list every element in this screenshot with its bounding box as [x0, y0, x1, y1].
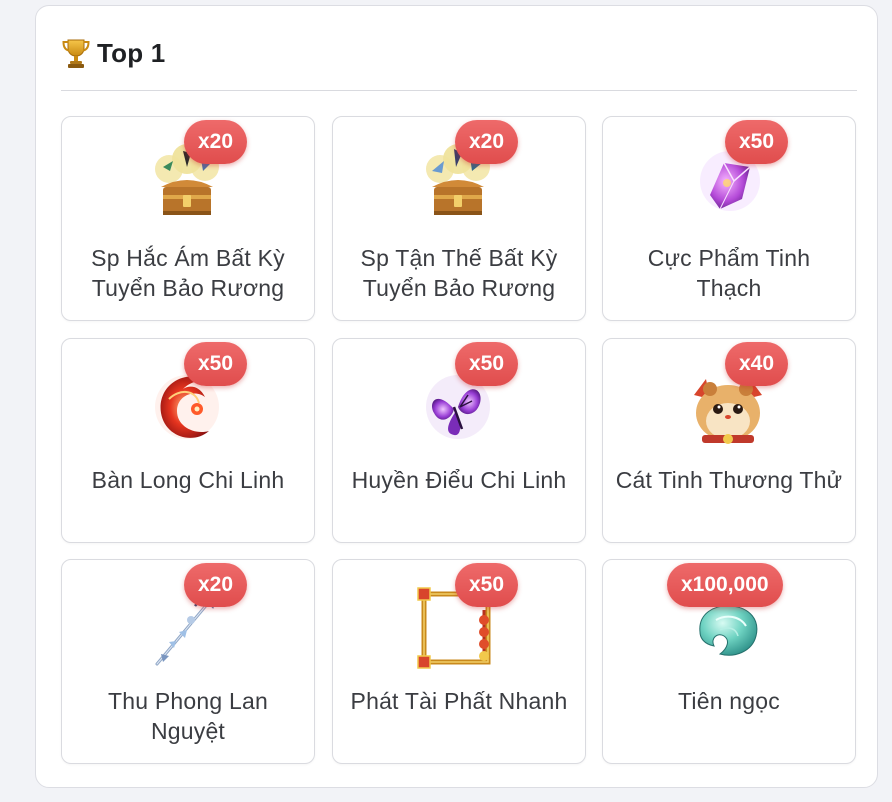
- reward-card[interactable]: x50 Phát Tài Phất Nhanh: [332, 559, 586, 764]
- item-name: Bàn Long Chi Linh: [91, 467, 285, 493]
- reward-card[interactable]: x20 Sp Tận Thế Bất Kỳ Tuyển Bảo Rương: [332, 116, 586, 321]
- section-header: Top 1: [61, 34, 165, 72]
- reward-card[interactable]: x40 Cát Tinh Thương Thử: [602, 338, 856, 543]
- item-name: Tiên ngọc: [678, 688, 780, 714]
- header-divider: [61, 90, 857, 91]
- quantity-badge: x50: [725, 120, 789, 164]
- quantity-badge: x20: [184, 120, 248, 164]
- trophy-icon: [61, 37, 91, 69]
- item-name: Huyền Điểu Chi Linh: [351, 467, 567, 493]
- top-reward-panel: Top 1 x20 Sp Hắc Ám Bất Kỳ Tuyển Bảo Rươ…: [35, 5, 878, 788]
- reward-card[interactable]: x50 Huyền Điểu Chi Linh: [332, 338, 586, 543]
- section-title: Top 1: [97, 37, 166, 68]
- quantity-badge: x50: [455, 563, 519, 607]
- item-name: Cực Phẩm Tinh Thạch: [647, 245, 811, 301]
- reward-card[interactable]: x20 Sp Hắc Ám Bất Kỳ Tuyển Bảo Rương: [61, 116, 315, 321]
- item-name: Thu Phong Lan Nguyệt: [108, 688, 268, 744]
- reward-card[interactable]: x100,000 Tiên ngọc: [602, 559, 856, 764]
- quantity-badge: x100,000: [667, 563, 783, 607]
- reward-card[interactable]: x50 Bàn Long Chi Linh: [61, 338, 315, 543]
- item-name: Sp Tận Thế Bất Kỳ Tuyển Bảo Rương: [360, 245, 558, 301]
- quantity-badge: x20: [184, 563, 248, 607]
- quantity-badge: x50: [184, 342, 248, 386]
- item-name: Sp Hắc Ám Bất Kỳ Tuyển Bảo Rương: [91, 245, 285, 301]
- quantity-badge: x50: [455, 342, 519, 386]
- reward-card[interactable]: x20 Thu Phong Lan Nguyệt: [61, 559, 315, 764]
- item-name: Phát Tài Phất Nhanh: [350, 688, 568, 714]
- reward-card[interactable]: x50 Cực Phẩm Tinh Thạch: [602, 116, 856, 321]
- quantity-badge: x40: [725, 342, 789, 386]
- item-name: Cát Tinh Thương Thử: [615, 467, 843, 493]
- quantity-badge: x20: [455, 120, 519, 164]
